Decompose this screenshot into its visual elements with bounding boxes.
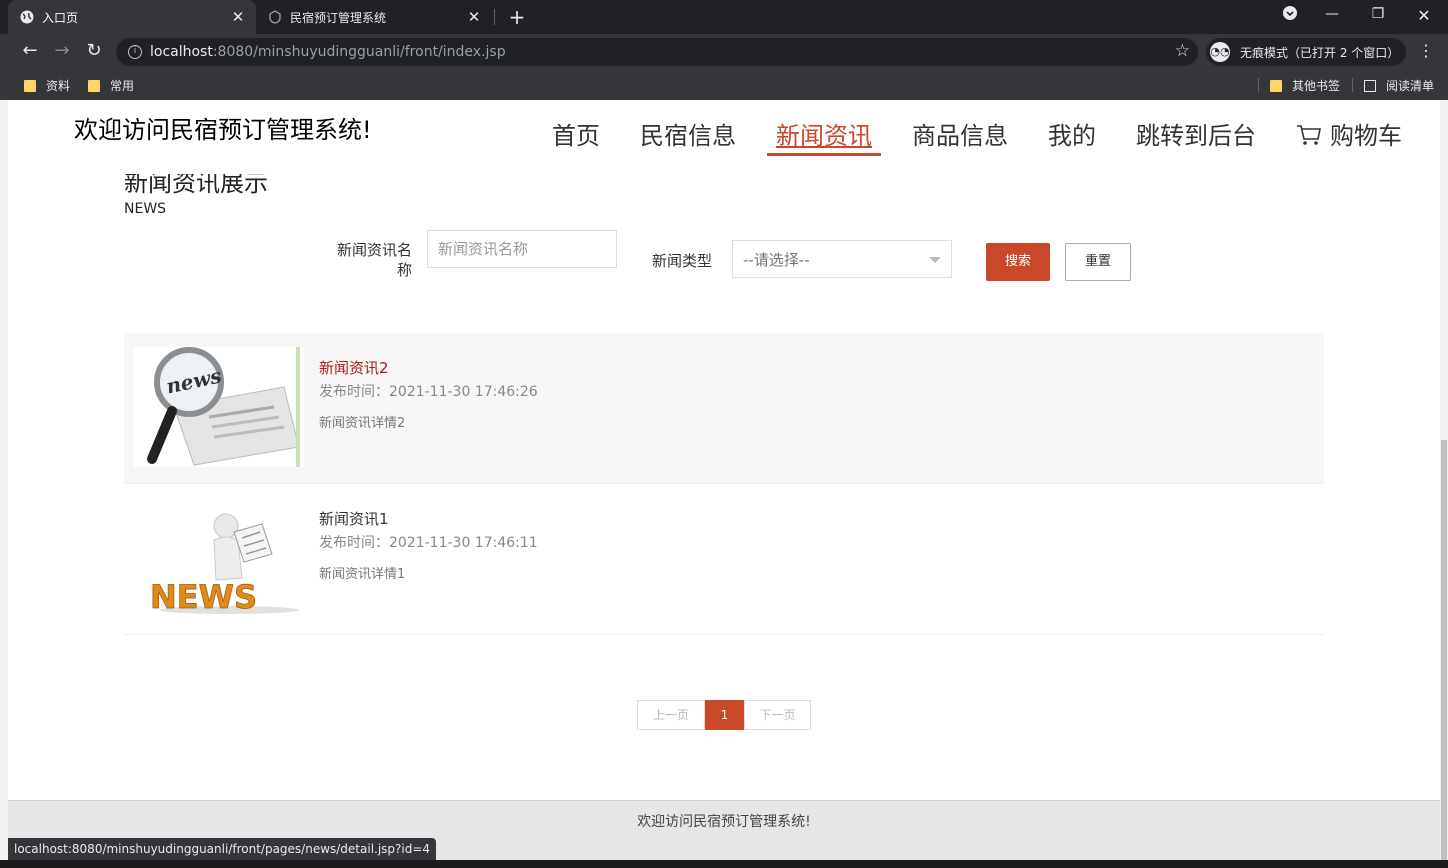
browser-toolbar: ← → ↻ i localhost:8080/minshuyudingguanl… (0, 34, 1448, 70)
new-tab-icon[interactable]: + (506, 5, 528, 29)
news-title[interactable]: 新闻资讯1 (319, 508, 389, 529)
news-thumbnail[interactable]: NEWS (134, 498, 304, 618)
nav-admin[interactable]: 跳转到后台 (1136, 116, 1256, 155)
globe-icon (20, 10, 34, 24)
news-name-input[interactable]: 新闻资讯名称 (427, 230, 617, 268)
scrollbar-thumb[interactable] (1441, 440, 1447, 860)
close-tab-icon[interactable]: ✕ (466, 8, 482, 26)
bookmark-divider (1258, 78, 1259, 92)
bookmarks-bar: 资料 常用 其他书签 阅读清单 (0, 70, 1448, 100)
news-type-value: --请选择-- (743, 251, 810, 269)
news-reader-figure-image: NEWS (134, 498, 304, 618)
tab-system[interactable]: 民宿预订管理系统 ✕ (258, 0, 492, 34)
folder-icon (88, 79, 100, 92)
forward-icon[interactable]: → (50, 40, 74, 61)
incognito-label: 无痕模式（已打开 2 个窗口） (1240, 45, 1400, 60)
page-scrollbar[interactable] (1440, 100, 1448, 860)
bookmark-folder-common[interactable]: 常用 (88, 77, 134, 94)
news-thumbnail[interactable]: news (134, 347, 304, 467)
bookmark-label: 阅读清单 (1386, 79, 1435, 93)
folder-icon (24, 79, 36, 92)
news-type-select[interactable]: --请选择-- (732, 240, 952, 278)
minimize-icon[interactable]: — (1320, 6, 1344, 22)
next-page-button[interactable]: 下一页 (744, 700, 811, 730)
nav-products[interactable]: 商品信息 (912, 116, 1008, 155)
news-list-item[interactable]: NEWS 新闻资讯1 发布时间：2021-11-30 17:46:11 新闻资讯… (124, 484, 1324, 635)
current-page-button[interactable]: 1 (705, 700, 744, 730)
address-bar[interactable]: i localhost:8080/minshuyudingguanli/fron… (116, 38, 1198, 66)
news-description: 新闻资讯详情2 (319, 416, 406, 431)
incognito-indicator[interactable]: ◔◔ 无痕模式（已打开 2 个窗口） (1206, 38, 1406, 66)
reading-list-icon (1364, 79, 1376, 92)
chevron-down-icon (929, 257, 941, 263)
section-subtitle: NEWS (124, 201, 167, 217)
prev-page-button[interactable]: 上一页 (637, 700, 705, 730)
url-host: localhost (150, 44, 213, 60)
news-name-label: 新闻资讯名称 (336, 241, 412, 279)
news-type-label: 新闻类型 (652, 252, 713, 270)
reading-list[interactable]: 阅读清单 (1364, 77, 1434, 94)
nav-mine[interactable]: 我的 (1048, 116, 1096, 155)
nav-home[interactable]: 首页 (552, 116, 600, 155)
news-list-item[interactable]: news 新闻资讯2 发布时间：2021-11-30 17:46:26 新闻资讯… (124, 333, 1324, 484)
nav-homestay[interactable]: 民宿信息 (640, 116, 736, 155)
news-publish-time: 发布时间：2021-11-30 17:46:26 (319, 384, 538, 400)
bookmark-label: 资料 (46, 79, 71, 93)
bookmark-label: 常用 (110, 79, 135, 93)
site-title: 欢迎访问民宿预订管理系统! (74, 116, 372, 144)
nav-news[interactable]: 新闻资讯 (767, 116, 881, 156)
main-nav: 首页 民宿信息 新闻资讯 商品信息 我的 跳转到后台 购物车 (532, 116, 1402, 156)
page-edge (0, 100, 8, 860)
web-page: 欢迎访问民宿预订管理系统! 首页 民宿信息 新闻资讯 商品信息 我的 跳转到后台… (8, 100, 1440, 860)
reset-button[interactable]: 重置 (1065, 243, 1131, 281)
nav-cart-label: 购物车 (1330, 122, 1402, 150)
tab-divider (494, 9, 495, 25)
restore-icon[interactable]: ❐ (1366, 6, 1390, 22)
more-menu-icon[interactable]: ⋮ (1416, 41, 1436, 60)
bookmark-divider (1352, 78, 1353, 92)
search-button[interactable]: 搜索 (986, 243, 1050, 281)
tab-search-icon[interactable] (1278, 6, 1302, 24)
url-path: :8080/minshuyudingguanli/front/index.jsp (212, 44, 506, 60)
bookmark-star-icon[interactable]: ☆ (1175, 41, 1190, 61)
news-title[interactable]: 新闻资讯2 (319, 357, 389, 378)
site-shield-icon (269, 10, 281, 24)
bookmark-folder-resources[interactable]: 资料 (24, 77, 70, 94)
magnifier-newspaper-image: news (134, 347, 304, 467)
cart-icon (1297, 125, 1321, 145)
pagination: 上一页 1 下一页 (637, 700, 811, 730)
news-description: 新闻资讯详情1 (319, 567, 406, 582)
tab-title: 入口页 (42, 10, 79, 25)
folder-icon (1270, 79, 1282, 92)
section-title: 新闻资讯展示 (124, 174, 268, 196)
close-window-icon[interactable]: ✕ (1412, 6, 1436, 25)
footer-text: 欢迎访问民宿预订管理系统! (637, 814, 811, 830)
bookmark-label: 其他书签 (1292, 79, 1341, 93)
tab-entry-page[interactable]: 入口页 ✕ (8, 0, 256, 34)
tab-title: 民宿预订管理系统 (290, 10, 387, 25)
back-icon[interactable]: ← (18, 40, 42, 61)
close-tab-icon[interactable]: ✕ (230, 8, 246, 26)
nav-cart[interactable]: 购物车 (1296, 116, 1402, 155)
reload-icon[interactable]: ↻ (82, 40, 106, 61)
news-thumb-text: NEWS (150, 578, 257, 616)
browser-tab-bar: 入口页 ✕ 民宿预订管理系统 ✕ + — ❐ ✕ (0, 0, 1448, 34)
status-bar-url: localhost:8080/minshuyudingguanli/front/… (8, 838, 437, 860)
bookmark-folder-other[interactable]: 其他书签 (1270, 77, 1340, 94)
os-taskbar (0, 860, 1448, 868)
news-publish-time: 发布时间：2021-11-30 17:46:11 (319, 535, 538, 551)
info-icon[interactable]: i (128, 45, 142, 59)
incognito-icon: ◔◔ (1210, 42, 1230, 62)
